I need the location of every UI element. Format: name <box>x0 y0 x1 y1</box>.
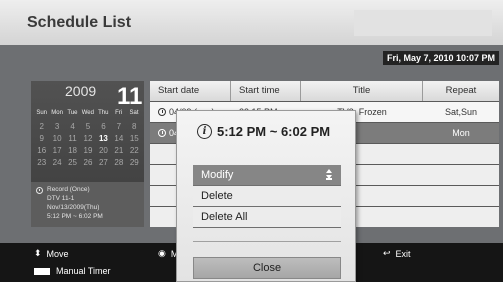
menu-item-delete-all[interactable]: Delete All <box>193 207 341 227</box>
calendar-date[interactable]: 9 <box>34 134 49 143</box>
schedule-options-popup: i 5:12 PM ~ 6:02 PM Modify Delete Delete… <box>176 110 356 282</box>
weekday: Sun <box>36 110 48 116</box>
calendar-date[interactable]: 3 <box>49 122 64 131</box>
exit-icon: ↩ <box>383 248 391 258</box>
calendar-date[interactable]: 2 <box>34 122 49 131</box>
calendar-date[interactable]: 17 <box>49 146 64 155</box>
scroll-up-down-icon <box>325 169 333 181</box>
white-key-icon <box>34 267 50 275</box>
weekday: Tue <box>67 110 78 116</box>
calendar-weekdays: Sun Mon Tue Wed Thu Fri Sat <box>34 110 142 116</box>
column-start-time[interactable]: Start time <box>231 81 301 101</box>
weekday: Wed <box>81 110 94 116</box>
calendar-day: 11 <box>117 83 143 110</box>
calendar-date[interactable]: 22 <box>127 146 142 155</box>
close-button[interactable]: Close <box>193 257 341 279</box>
calendar-date[interactable]: 5 <box>80 122 95 131</box>
calendar-date[interactable]: 26 <box>80 158 95 167</box>
current-datetime: Fri, May 7, 2010 10:07 PM <box>383 51 499 65</box>
menu-item-delete[interactable]: Delete <box>193 186 341 206</box>
weekday: Fri <box>115 110 123 116</box>
exit-button[interactable]: ↩ Exit <box>383 248 411 259</box>
calendar-date[interactable]: 7 <box>111 122 126 131</box>
row-repeat: Mon <box>452 128 470 138</box>
column-repeat[interactable]: Repeat <box>423 81 499 101</box>
clock-icon <box>158 129 166 137</box>
calendar-date[interactable]: 23 <box>34 158 49 167</box>
table-header: Start date Start time Title Repeat <box>150 81 499 101</box>
calendar-date[interactable]: 14 <box>111 134 126 143</box>
options-menu: Modify Delete Delete All <box>193 165 341 228</box>
column-title[interactable]: Title <box>301 81 423 101</box>
record-icon <box>36 187 43 194</box>
calendar-grid: 2 3 4 5 6 7 8 9 10 11 12 13 14 15 16 17 18 19 20 21 22 23 24 25… <box>34 122 142 167</box>
calendar-date[interactable]: 28 <box>111 158 126 167</box>
calendar-date[interactable]: 21 <box>111 146 126 155</box>
row-repeat: Sat,Sun <box>444 107 478 117</box>
recording-time: 5:12 PM ~ 6:02 PM <box>47 213 103 220</box>
weekday: Thu <box>98 110 109 116</box>
calendar-date[interactable]: 11 <box>65 134 80 143</box>
calendar-panel: 2009 11 Sun Mon Tue Wed Thu Fri Sat 2345… <box>31 81 144 227</box>
menu-item-modify[interactable]: Modify <box>193 165 341 185</box>
weekday: Mon <box>51 110 63 116</box>
calendar-date[interactable]: 15 <box>127 134 142 143</box>
recording-date: Nov/13/2009(Thu) <box>47 204 100 211</box>
column-start-date[interactable]: Start date <box>150 81 231 101</box>
calendar-year: 2009 <box>65 83 97 99</box>
calendar-date[interactable]: 12 <box>80 134 95 143</box>
calendar-date[interactable]: 19 <box>80 146 95 155</box>
calendar-date[interactable]: 16 <box>34 146 49 155</box>
calendar-date[interactable]: 24 <box>49 158 64 167</box>
recording-info: Record (Once) DTV 11-1 Nov/13/2009(Thu) … <box>31 182 144 227</box>
header-panel <box>354 10 492 36</box>
divider <box>193 241 341 242</box>
schedule-list-screen: Schedule List Fri, May 7, 2010 10:07 PM … <box>0 0 503 282</box>
page-title: Schedule List <box>27 14 132 31</box>
recording-type: Record (Once) <box>47 186 90 193</box>
calendar-date[interactable]: 18 <box>65 146 80 155</box>
calendar-date[interactable]: 29 <box>127 158 142 167</box>
calendar-date[interactable]: 6 <box>96 122 111 131</box>
recording-channel: DTV 11-1 <box>47 195 75 202</box>
up-down-arrow-icon: ⬍ <box>34 248 42 258</box>
calendar-date[interactable]: 4 <box>65 122 80 131</box>
popup-time-range: 5:12 PM ~ 6:02 PM <box>217 124 331 139</box>
header: Schedule List <box>0 0 503 45</box>
calendar-date[interactable]: 20 <box>96 146 111 155</box>
info-icon: i <box>197 124 212 139</box>
help-move: ⬍ Move <box>34 248 69 259</box>
calendar-date[interactable]: 10 <box>49 134 64 143</box>
calendar-date[interactable]: 13 <box>96 134 111 143</box>
clock-icon <box>158 108 166 116</box>
weekday: Sat <box>129 110 139 116</box>
manual-timer-button[interactable]: Manual Timer <box>34 266 111 276</box>
ok-button-icon: ◉ <box>158 248 166 258</box>
calendar-date[interactable]: 27 <box>96 158 111 167</box>
calendar-date[interactable]: 25 <box>65 158 80 167</box>
calendar-date[interactable]: 8 <box>127 122 142 131</box>
